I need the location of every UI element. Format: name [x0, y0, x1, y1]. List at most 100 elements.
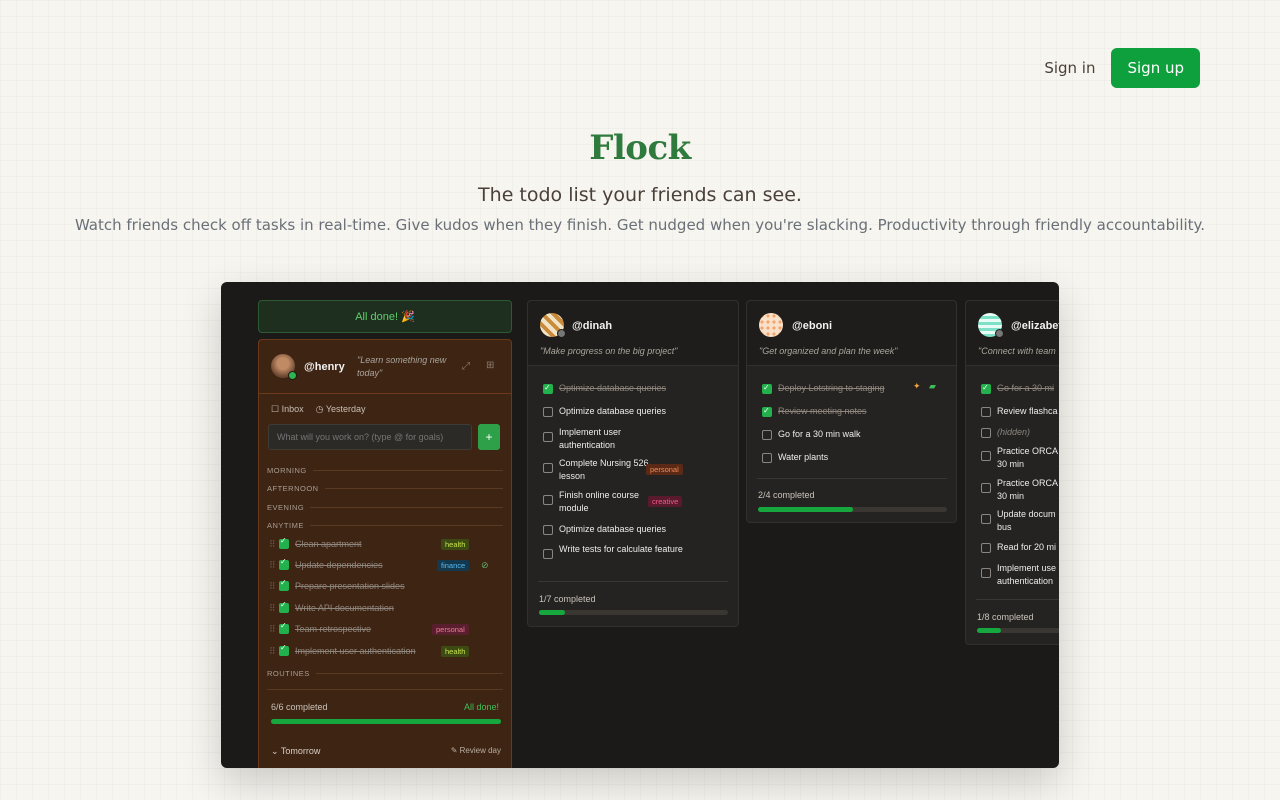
- task-text: Practice ORCA 30 min: [997, 446, 1058, 469]
- tab-yesterday[interactable]: ◷ Yesterday: [316, 404, 366, 415]
- drag-handle-icon[interactable]: ⠿: [269, 539, 279, 550]
- comment-icon[interactable]: ▰: [929, 381, 936, 392]
- friend-header: @dinah "Make progress on the big project…: [528, 301, 738, 366]
- section-afternoon: AFTERNOON: [267, 484, 503, 493]
- tab-yesterday-label: Yesterday: [325, 404, 366, 414]
- drag-handle-icon[interactable]: ⠿: [269, 581, 279, 592]
- task-text: Review meeting notes: [778, 406, 867, 416]
- checkbox[interactable]: [543, 381, 553, 394]
- progress-text: 1/7 completed: [539, 594, 596, 604]
- friend-task: Read for 20 mi: [981, 541, 1056, 554]
- checkbox[interactable]: [981, 514, 991, 524]
- clock-icon: ◷: [315, 404, 324, 414]
- checkbox[interactable]: [762, 381, 772, 394]
- task-input[interactable]: [268, 424, 472, 450]
- task-row[interactable]: ⠿ Update dependencies finance ⊘: [269, 557, 503, 573]
- progress-bar: [539, 610, 728, 615]
- friend-task: Go for a 30 mi: [981, 381, 1055, 395]
- task-text: Implement user authentication: [559, 427, 622, 450]
- task-row[interactable]: ⠿ Team retrospective personal: [269, 621, 503, 637]
- friend-card-elizabet: @elizabet "Connect with team Go for a 30…: [965, 300, 1059, 645]
- friend-quote: "Make progress on the big project": [540, 346, 678, 356]
- progress-fill: [271, 719, 501, 724]
- expand-icon[interactable]: ⤢: [462, 361, 470, 372]
- checkbox[interactable]: [981, 568, 991, 578]
- checkbox[interactable]: [543, 495, 553, 505]
- drag-handle-icon[interactable]: ⠿: [269, 603, 279, 614]
- checkbox[interactable]: [981, 483, 991, 493]
- task-row[interactable]: ⠿ Clean apartment health: [269, 536, 503, 552]
- online-dot-icon: [288, 371, 297, 380]
- divider: [538, 581, 728, 582]
- checkbox[interactable]: [543, 463, 553, 473]
- task-text: Go for a 30 mi: [997, 383, 1055, 393]
- task-text: Finish online course module: [559, 490, 640, 513]
- friend-handle: @eboni: [792, 320, 833, 332]
- checkbox[interactable]: [279, 578, 289, 591]
- grid-icon[interactable]: ⊞: [486, 360, 494, 371]
- progress-text: 6/6 completed: [271, 702, 328, 712]
- chevron-down-icon: ⌄: [271, 746, 279, 756]
- friend-task: Optimize database queries: [543, 405, 666, 418]
- checkbox[interactable]: [279, 557, 289, 570]
- task-text: (hidden): [997, 427, 1031, 437]
- tab-inbox[interactable]: ☐ Inbox: [271, 404, 304, 415]
- task-row[interactable]: ⠿ Prepare presentation slides: [269, 578, 503, 594]
- hidden-eye-icon[interactable]: ⊘: [481, 560, 489, 571]
- friend-handle: @dinah: [572, 320, 613, 332]
- all-done-banner: All done! 🎉: [258, 300, 512, 333]
- friend-task: Optimize database queries: [543, 523, 666, 536]
- add-task-button[interactable]: +: [478, 424, 500, 450]
- task-row[interactable]: ⠿ Write API documentation: [269, 600, 503, 616]
- checkbox[interactable]: [543, 406, 553, 417]
- tag-health: health: [441, 538, 470, 550]
- sparkle-icon[interactable]: ✦: [913, 381, 921, 392]
- checkbox[interactable]: [762, 452, 772, 463]
- drag-handle-icon[interactable]: ⠿: [269, 624, 279, 635]
- task-text: Practice ORCA 30 min: [997, 478, 1058, 501]
- checkbox[interactable]: [981, 381, 991, 394]
- friend-quote: "Connect with team: [978, 346, 1056, 356]
- my-list-header: @henry "Learn something new today" ⤢ ⊞: [259, 340, 511, 394]
- inbox-icon: ☐: [271, 404, 280, 414]
- checkbox[interactable]: [543, 524, 553, 535]
- task-row[interactable]: ⠿ Implement user authentication health: [269, 643, 503, 659]
- checkbox[interactable]: [981, 451, 991, 461]
- checkbox[interactable]: [543, 432, 553, 442]
- task-text: Water plants: [778, 452, 829, 462]
- task-text: Go for a 30 min walk: [778, 429, 861, 439]
- task-text: Optimize database queries: [559, 406, 667, 416]
- status-dot-icon: [995, 329, 1004, 338]
- section-anytime: ANYTIME: [267, 521, 503, 530]
- drag-handle-icon[interactable]: ⠿: [269, 560, 279, 571]
- friend-task: (hidden): [981, 426, 1030, 439]
- drag-handle-icon[interactable]: ⠿: [269, 646, 279, 657]
- friend-task: Write tests for calculate feature: [543, 543, 693, 559]
- task-text: Implement user authentication: [295, 646, 416, 656]
- checkbox[interactable]: [279, 643, 289, 656]
- checkbox[interactable]: [279, 536, 289, 549]
- checkbox[interactable]: [279, 600, 289, 613]
- checkbox[interactable]: [762, 429, 772, 440]
- checkbox[interactable]: [543, 549, 553, 559]
- task-text: Implement use authentication: [997, 563, 1057, 586]
- progress-bar: [271, 719, 501, 724]
- checkbox[interactable]: [762, 404, 772, 417]
- status-dot-icon: [557, 329, 566, 338]
- sign-in-link[interactable]: Sign in: [1044, 49, 1095, 87]
- sign-up-button[interactable]: Sign up: [1111, 48, 1200, 88]
- checkbox[interactable]: [981, 542, 991, 553]
- checkbox[interactable]: [279, 621, 289, 634]
- task-text: Update docum bus: [997, 509, 1056, 532]
- friend-task: Review meeting notes: [762, 404, 867, 418]
- tomorrow-row[interactable]: ⌄ Tomorrow ✎ Review day: [271, 746, 501, 757]
- checkbox[interactable]: [981, 406, 991, 417]
- friend-header: @eboni "Get organized and plan the week": [747, 301, 956, 366]
- checkbox[interactable]: [981, 427, 991, 438]
- task-text: Write API documentation: [295, 603, 394, 613]
- task-text: Optimize database queries: [559, 524, 667, 534]
- tomorrow-label: Tomorrow: [280, 746, 321, 756]
- task-text: Update dependencies: [295, 560, 383, 570]
- tagline: The todo list your friends can see.: [478, 184, 802, 206]
- tag-health: health: [441, 645, 470, 657]
